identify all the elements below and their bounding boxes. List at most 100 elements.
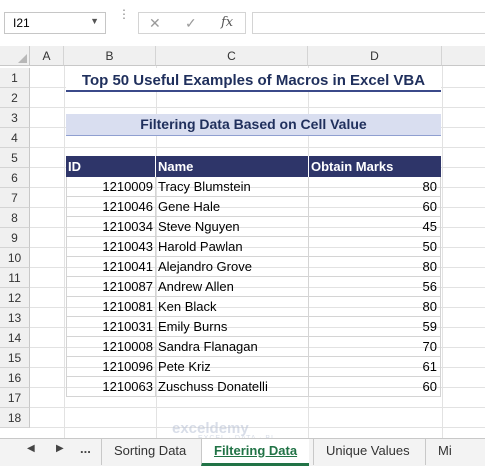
row-header[interactable]: 7 — [0, 188, 30, 208]
table-header-row: ID Name Obtain Marks — [66, 156, 441, 177]
drag-handle-icon[interactable]: ⋮ — [118, 8, 130, 20]
name-box[interactable]: I21 ▼ — [4, 12, 106, 34]
header-marks[interactable]: Obtain Marks — [309, 156, 441, 177]
cell-marks[interactable]: 60 — [309, 197, 441, 217]
cell-id[interactable]: 1210063 — [66, 377, 156, 397]
row-header[interactable]: 10 — [0, 248, 30, 268]
column-header-e[interactable] — [442, 46, 485, 66]
sheet-tab-bar: ◀ ▶ ... Sorting Data Filtering Data Uniq… — [0, 438, 485, 466]
cell-id[interactable]: 1210043 — [66, 237, 156, 257]
cell-name[interactable]: Andrew Allen — [156, 277, 309, 297]
row-header[interactable]: 6 — [0, 168, 30, 188]
tab-sorting-data[interactable]: Sorting Data — [101, 439, 198, 465]
header-id[interactable]: ID — [66, 156, 156, 177]
row-header[interactable]: 4 — [0, 128, 30, 148]
cell-name[interactable]: Tracy Blumstein — [156, 177, 309, 197]
tab-unique-values[interactable]: Unique Values — [313, 439, 422, 465]
row-header[interactable]: 11 — [0, 268, 30, 288]
column-header-d[interactable]: D — [308, 46, 442, 66]
cell-id[interactable]: 1210008 — [66, 337, 156, 357]
column-header-b[interactable]: B — [64, 46, 156, 66]
cell-name[interactable]: Sandra Flanagan — [156, 337, 309, 357]
tab-label: Mi — [438, 443, 452, 458]
row-header[interactable]: 5 — [0, 148, 30, 168]
cell-id[interactable]: 1210081 — [66, 297, 156, 317]
formula-input[interactable] — [252, 12, 485, 34]
header-name[interactable]: Name — [156, 156, 309, 177]
cell-id[interactable]: 1210034 — [66, 217, 156, 237]
insert-function-icon[interactable]: fx — [221, 15, 233, 30]
more-tabs-button[interactable]: ... — [80, 441, 91, 456]
row-header[interactable]: 9 — [0, 228, 30, 248]
table-row: 1210096 Pete Kriz 61 — [66, 357, 441, 377]
tab-partial[interactable]: Mi — [425, 439, 464, 465]
row-header[interactable]: 1 — [0, 68, 30, 88]
cell-marks[interactable]: 60 — [309, 377, 441, 397]
row-header[interactable]: 14 — [0, 328, 30, 348]
cell-marks[interactable]: 70 — [309, 337, 441, 357]
formula-bar: I21 ▼ ⋮ ✕ ✓ fx — [0, 0, 485, 46]
gridline — [442, 66, 443, 438]
cell-id[interactable]: 1210096 — [66, 357, 156, 377]
table-row: 1210031 Emily Burns 59 — [66, 317, 441, 337]
cell-marks[interactable]: 80 — [309, 177, 441, 197]
row-header[interactable]: 15 — [0, 348, 30, 368]
sheet-subtitle: Filtering Data Based on Cell Value — [66, 114, 441, 136]
row-header[interactable]: 18 — [0, 408, 30, 428]
select-all-triangle-icon — [18, 54, 27, 63]
enter-icon[interactable]: ✓ — [185, 15, 197, 32]
cell-name[interactable]: Emily Burns — [156, 317, 309, 337]
table-row: 1210008 Sandra Flanagan 70 — [66, 337, 441, 357]
cell-marks[interactable]: 45 — [309, 217, 441, 237]
row-header[interactable]: 3 — [0, 108, 30, 128]
cell-marks[interactable]: 80 — [309, 257, 441, 277]
worksheet-grid[interactable]: A B C D 1 2 3 4 5 6 7 8 9 10 11 12 13 14… — [0, 46, 485, 438]
cell-id[interactable]: 1210046 — [66, 197, 156, 217]
cell-id[interactable]: 1210009 — [66, 177, 156, 197]
table-row: 1210087 Andrew Allen 56 — [66, 277, 441, 297]
cell-marks[interactable]: 56 — [309, 277, 441, 297]
cell-id[interactable]: 1210087 — [66, 277, 156, 297]
cell-name[interactable]: Ken Black — [156, 297, 309, 317]
cell-marks[interactable]: 50 — [309, 237, 441, 257]
cell-name[interactable]: Pete Kriz — [156, 357, 309, 377]
row-header[interactable]: 13 — [0, 308, 30, 328]
row-header[interactable]: 8 — [0, 208, 30, 228]
cell-name[interactable]: Steve Nguyen — [156, 217, 309, 237]
formula-buttons: ✕ ✓ fx — [138, 12, 246, 34]
table-row: 1210063 Zuschuss Donatelli 60 — [66, 377, 441, 397]
cell-name[interactable]: Gene Hale — [156, 197, 309, 217]
row-header[interactable]: 2 — [0, 88, 30, 108]
column-header-a[interactable]: A — [30, 46, 64, 66]
table-row: 1210034 Steve Nguyen 45 — [66, 217, 441, 237]
name-box-value: I21 — [13, 16, 30, 30]
row-header[interactable]: 17 — [0, 388, 30, 408]
tab-scroll-left-icon[interactable]: ◀ — [27, 443, 35, 454]
tab-label: Filtering Data — [214, 443, 298, 458]
cell-marks[interactable]: 59 — [309, 317, 441, 337]
table-row: 1210041 Alejandro Grove 80 — [66, 257, 441, 277]
table-row: 1210043 Harold Pawlan 50 — [66, 237, 441, 257]
row-header[interactable]: 12 — [0, 288, 30, 308]
cell-name[interactable]: Harold Pawlan — [156, 237, 309, 257]
gridline — [30, 407, 485, 408]
tab-label: Sorting Data — [114, 443, 187, 458]
cell-marks[interactable]: 61 — [309, 357, 441, 377]
cell-id[interactable]: 1210041 — [66, 257, 156, 277]
tab-filtering-data[interactable]: Filtering Data — [201, 439, 310, 466]
gridline — [30, 147, 485, 148]
row-header[interactable]: 16 — [0, 368, 30, 388]
cell-id[interactable]: 1210031 — [66, 317, 156, 337]
cell-marks[interactable]: 80 — [309, 297, 441, 317]
table-row: 1210046 Gene Hale 60 — [66, 197, 441, 217]
cancel-icon[interactable]: ✕ — [149, 15, 161, 32]
gridline — [30, 107, 485, 108]
column-header-c[interactable]: C — [156, 46, 308, 66]
tab-scroll-right-icon[interactable]: ▶ — [56, 443, 64, 454]
select-all-corner[interactable] — [0, 46, 30, 66]
chevron-down-icon[interactable]: ▼ — [90, 16, 99, 26]
cell-name[interactable]: Zuschuss Donatelli — [156, 377, 309, 397]
cell-name[interactable]: Alejandro Grove — [156, 257, 309, 277]
tab-label: Unique Values — [326, 443, 410, 458]
table-row: 1210081 Ken Black 80 — [66, 297, 441, 317]
